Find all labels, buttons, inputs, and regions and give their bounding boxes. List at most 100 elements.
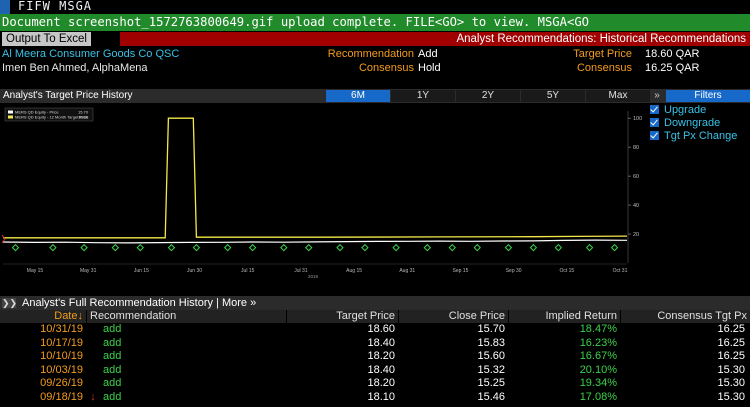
- row-recommendation: add: [103, 390, 122, 403]
- sort-down-arrow-icon: ↓: [77, 310, 84, 322]
- output-to-excel-button[interactable]: Output To Excel: [2, 32, 91, 46]
- row-date: 10/17/19: [40, 336, 83, 349]
- company-name[interactable]: Al Meera Consumer Goods Co QSC: [2, 48, 179, 61]
- y-tick-label: 20: [633, 232, 639, 238]
- x-tick-label: Jul 31: [294, 268, 308, 274]
- tgt-px-change-marker: [392, 243, 400, 252]
- y-tick-label: 40: [633, 203, 639, 209]
- row-implied-return: 16.23%: [579, 336, 617, 349]
- column-header-recommendation[interactable]: Recommendation: [87, 310, 286, 323]
- tgt-px-change-marker: [423, 243, 432, 252]
- column-header-date-label: Date: [54, 310, 78, 322]
- table-row[interactable]: 09/26/19 add 18.20 15.25 19.34% 15.30: [0, 377, 750, 391]
- expand-chevron-icon[interactable]: »: [650, 89, 664, 103]
- series-line-target-price: [3, 117, 628, 239]
- tgt-px-change-marker: [610, 243, 619, 252]
- row-consensus: 15.30: [717, 377, 745, 389]
- column-header-date[interactable]: Date↓: [0, 310, 86, 323]
- filter-legend: Upgrade Downgrade Tgt Px Change: [646, 103, 750, 153]
- downgrade-arrow-icon: [86, 323, 100, 337]
- chart-title: Analyst's Target Price History: [3, 90, 133, 101]
- table-row[interactable]: 10/03/19 add 18.40 15.32 20.10% 15.30: [0, 364, 750, 378]
- command-text[interactable]: FIFW MSGA: [18, 0, 92, 13]
- tgt-px-change-marker: [49, 243, 57, 252]
- info-row-1: Al Meera Consumer Goods Co QSC Recommend…: [0, 48, 750, 61]
- downgrade-filter[interactable]: Downgrade: [650, 117, 720, 130]
- row-date: 10/31/19: [40, 323, 83, 335]
- row-recommendation: add: [103, 350, 122, 362]
- row-recommendation: add: [103, 363, 122, 376]
- table-row[interactable]: 09/18/19 ↓ add 18.10 15.46 17.08% 15.30: [0, 391, 750, 405]
- row-target-price: 18.10: [367, 390, 395, 403]
- command-bar[interactable]: FIFW MSGA: [0, 0, 750, 14]
- downgrade-arrow-icon: [86, 364, 100, 378]
- row-recommendation: add: [103, 336, 122, 349]
- downgrade-arrow-icon: [86, 377, 100, 391]
- row-consensus: 15.30: [717, 390, 745, 403]
- row-implied-return: 17.08%: [579, 390, 617, 403]
- range-1y-button[interactable]: 1Y: [391, 90, 455, 102]
- x-tick-label: Aug 15: [346, 268, 362, 274]
- tgt-px-change-marker: [504, 243, 513, 252]
- x-tick-label: May 15: [27, 268, 44, 274]
- consensus-label: Consensus: [358, 62, 414, 74]
- tgt-px-change-marker: [585, 243, 594, 252]
- row-implied-return: 16.67%: [579, 350, 617, 362]
- series-line-price: [2, 239, 628, 244]
- downgrade-arrow-icon: ↓: [90, 390, 96, 403]
- column-header-implied-return[interactable]: Implied Return: [509, 310, 620, 323]
- upgrade-filter[interactable]: Upgrade: [650, 104, 706, 117]
- recommendation-value: Add: [418, 48, 438, 60]
- column-header-target-price[interactable]: Target Price: [287, 310, 398, 323]
- tgt-px-change-marker: [80, 243, 88, 252]
- table-row[interactable]: 10/10/19 add 18.20 15.60 16.67% 16.25: [0, 350, 750, 364]
- checkbox-checked-icon[interactable]: [650, 118, 659, 127]
- table-row[interactable]: 10/17/19 add 18.40 15.83 16.23% 16.25: [0, 337, 750, 351]
- tgt-px-change-filter[interactable]: Tgt Px Change: [650, 130, 737, 143]
- row-consensus: 16.25: [717, 350, 745, 362]
- row-close-price: 15.70: [477, 323, 505, 335]
- range-2y-button[interactable]: 2Y: [456, 90, 520, 102]
- tgt-px-change-marker: [361, 243, 369, 252]
- chart-header: Analyst's Target Price History 6M 1Y 2Y …: [0, 89, 750, 103]
- history-header: ❯❯ Analyst's Full Recommendation History…: [0, 296, 750, 310]
- filters-button[interactable]: Filters: [666, 90, 750, 102]
- history-title[interactable]: Analyst's Full Recommendation History | …: [22, 296, 256, 310]
- column-header-close-price[interactable]: Close Price: [399, 310, 508, 323]
- x-tick-label: Sep 30: [506, 268, 522, 274]
- title-bar: Output To Excel Analyst Recommendations:…: [0, 31, 750, 47]
- checkbox-checked-icon[interactable]: [650, 105, 659, 114]
- tgt-px-change-marker: [280, 243, 288, 252]
- column-header-consensus[interactable]: Consensus Tgt Px: [621, 310, 750, 323]
- range-5y-button[interactable]: 5Y: [521, 90, 585, 102]
- x-tick-label: Oct 15: [559, 268, 574, 274]
- tgt-px-change-marker: [305, 243, 313, 252]
- table-row[interactable]: 10/31/19 add 18.60 15.70 18.47% 16.25: [0, 323, 750, 337]
- range-6m-button[interactable]: 6M: [326, 90, 390, 102]
- x-year-label: 2019: [308, 274, 319, 279]
- y-tick-label: 80: [633, 145, 639, 151]
- history-table-header: Date↓ Recommendation Target Price Close …: [0, 310, 750, 323]
- row-target-price: 18.40: [367, 336, 395, 349]
- info-row-2: Imen Ben Ahmed, AlphaMena Consensus Hold…: [0, 62, 750, 75]
- checkbox-checked-icon[interactable]: [650, 131, 659, 140]
- x-tick-label: Jun 30: [187, 268, 202, 274]
- x-tick-label: Oct 31: [613, 268, 628, 274]
- row-close-price: 15.32: [477, 363, 505, 376]
- tgt-px-change-marker: [554, 243, 563, 252]
- tgt-px-change-marker: [448, 243, 456, 252]
- row-implied-return: 19.34%: [579, 377, 617, 389]
- tgt-px-change-filter-label: Tgt Px Change: [664, 130, 738, 142]
- analyst-name: Imen Ben Ahmed, AlphaMena: [2, 62, 148, 74]
- chart-svg: MERS QD Equity - Price 15.70 MERS QD Equ…: [1, 107, 642, 279]
- consensus-price-label: Consensus: [576, 62, 632, 74]
- collapse-double-chevron-icon[interactable]: ❯❯: [2, 298, 17, 308]
- row-close-price: 15.83: [477, 336, 505, 349]
- x-tick-label: Sep 15: [453, 268, 469, 274]
- tgt-px-change-marker: [111, 243, 120, 252]
- range-max-button[interactable]: Max: [586, 90, 650, 102]
- legend-swatch-target: [8, 115, 13, 119]
- row-close-price: 15.60: [477, 350, 505, 362]
- row-implied-return: 18.47%: [579, 323, 617, 335]
- target-price-label: Target Price: [573, 48, 632, 60]
